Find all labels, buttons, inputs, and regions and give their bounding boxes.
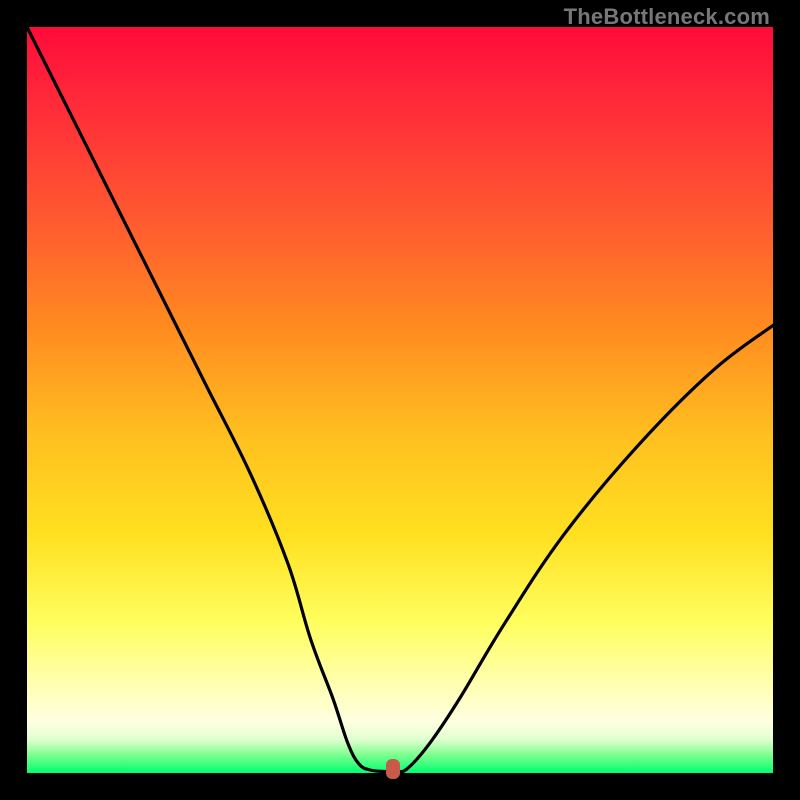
- chart-container: TheBottleneck.com: [0, 0, 800, 800]
- bottleneck-curve: [27, 27, 773, 773]
- optimum-marker: [386, 759, 400, 779]
